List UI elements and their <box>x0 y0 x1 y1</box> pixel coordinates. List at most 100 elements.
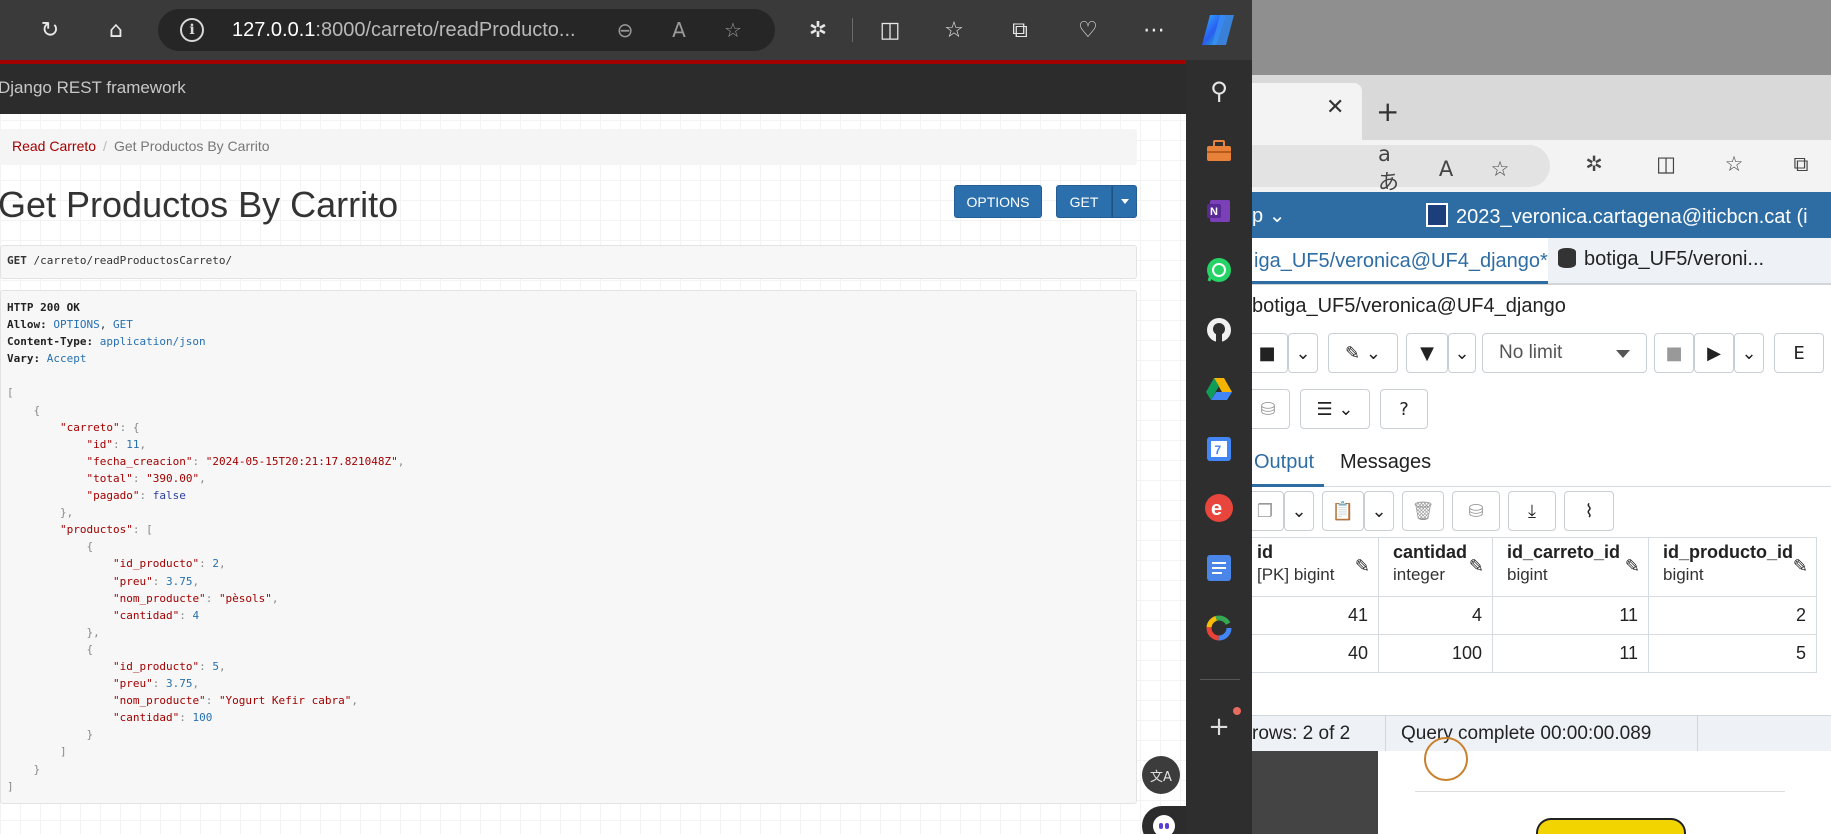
edit-icon[interactable]: ✎ <box>1625 556 1640 577</box>
column-header[interactable]: id [PK] bigint ✎ <box>1252 537 1379 597</box>
chevron-down-icon[interactable]: ⌄ <box>1288 333 1318 373</box>
translate-icon[interactable]: 文A <box>1142 756 1180 794</box>
google-docs-icon[interactable] <box>1203 552 1235 584</box>
search-icon[interactable]: ⚲ <box>1203 75 1235 107</box>
stop-icon[interactable]: ■ <box>1654 333 1694 373</box>
query-tab[interactable]: botiga_UF5/veroni... <box>1558 248 1764 271</box>
sidebar-add-button[interactable]: + <box>1203 711 1235 743</box>
caret-down-icon <box>1616 350 1630 358</box>
close-icon[interactable]: ✕ <box>1326 95 1344 120</box>
save-data-icon[interactable]: ⛁ <box>1452 491 1500 531</box>
drf-brand[interactable]: Django REST framework <box>0 78 186 98</box>
onenote-icon[interactable]: N <box>1203 195 1235 227</box>
favorites-icon[interactable]: ☆ <box>1720 150 1748 178</box>
paste-icon[interactable]: 📋 <box>1322 491 1364 531</box>
github-icon[interactable] <box>1203 314 1235 346</box>
table-cell[interactable]: 11 <box>1492 596 1649 635</box>
new-tab-button[interactable]: + <box>1376 95 1399 128</box>
commit-icon[interactable]: ⛁ <box>1252 389 1290 429</box>
collections-icon[interactable]: ⧉ <box>1787 150 1815 178</box>
edit-icon[interactable]: ✎ ⌄ <box>1328 333 1398 373</box>
translate-icon[interactable]: aあ <box>1378 142 1406 194</box>
table-cell[interactable]: 40 <box>1252 634 1379 673</box>
column-header[interactable]: id_carreto_id bigint ✎ <box>1492 537 1649 597</box>
read-aloud-icon[interactable]: A <box>666 17 692 43</box>
filter-icon[interactable]: ▼ <box>1406 333 1448 373</box>
extensions-icon[interactable]: ✲ <box>800 12 836 48</box>
row-limit-select[interactable]: No limit <box>1482 333 1647 373</box>
browser-tab[interactable]: ✕ <box>1252 83 1362 140</box>
save-icon[interactable]: ■ <box>1252 333 1288 373</box>
query-tab-active[interactable]: iga_UF5/veronica@UF4_django*✕ <box>1252 238 1575 284</box>
table-cell[interactable]: 2 <box>1648 596 1817 635</box>
query-tool-tabs: iga_UF5/veronica@UF4_django*✕ botiga_UF5… <box>1252 238 1831 284</box>
chevron-down-icon[interactable]: ⌄ <box>1448 333 1476 373</box>
address-bar[interactable]: i 127.0.0.1:8000/carreto/readProducto...… <box>158 9 775 51</box>
calendar-icon[interactable]: 7 <box>1203 433 1235 465</box>
macros-icon[interactable]: ☰ ⌄ <box>1300 389 1370 429</box>
chevron-down-icon[interactable]: ⌄ <box>1364 491 1394 531</box>
table-row[interactable]: 41 4 11 2 <box>1252 596 1817 635</box>
table-cell[interactable]: 4 <box>1378 596 1493 635</box>
address-url[interactable]: 127.0.0.1:8000/carreto/readProducto... <box>232 19 576 42</box>
window-titlebar <box>1252 0 1831 75</box>
chevron-down-icon[interactable]: ⌄ <box>1734 333 1764 373</box>
options-button[interactable]: OPTIONS <box>954 185 1042 218</box>
execute-icon[interactable]: ▶ <box>1694 333 1734 373</box>
get-button[interactable]: GET <box>1056 185 1112 218</box>
response-status: HTTP 200 OK <box>7 301 80 314</box>
breadcrumb: Read Carreto / Get Productos By Carrito <box>0 129 1137 165</box>
edit-icon[interactable]: ✎ <box>1793 556 1808 577</box>
toolbox-icon[interactable] <box>1203 135 1235 167</box>
tab-output[interactable]: Output <box>1252 441 1324 487</box>
table-cell[interactable]: 11 <box>1492 634 1649 673</box>
split-screen-icon[interactable]: ◫ <box>1652 150 1680 178</box>
column-header[interactable]: id_producto_id bigint ✎ <box>1648 537 1817 597</box>
connection-label[interactable]: botiga_UF5/veronica@UF4_django <box>1252 285 1831 329</box>
copilot-icon[interactable] <box>1200 13 1236 47</box>
edit-icon[interactable]: ✎ <box>1469 556 1484 577</box>
json-fecha-creacion: "2024-05-15T20:21:17.821048Z" <box>205 454 398 468</box>
get-format-dropdown[interactable] <box>1112 185 1137 218</box>
e-icon[interactable]: e <box>1203 492 1235 524</box>
table-cell[interactable]: 5 <box>1648 634 1817 673</box>
google-icon[interactable] <box>1203 612 1235 644</box>
download-icon[interactable]: ⤓ <box>1508 491 1556 531</box>
collections-icon[interactable]: ⧉ <box>1002 12 1038 48</box>
zoom-out-icon[interactable]: ⊖ <box>612 17 638 43</box>
tab-messages[interactable]: Messages <box>1340 451 1431 474</box>
extensions-icon[interactable]: ✲ <box>1580 150 1608 178</box>
breadcrumb-current: Get Productos By Carrito <box>113 138 270 154</box>
pgadmin-user[interactable]: 2023_veronica.cartagena@iticbcn.cat (i <box>1426 203 1808 229</box>
favorite-star-icon[interactable]: ☆ <box>1486 155 1514 183</box>
chevron-down-icon[interactable]: ⌄ <box>1284 491 1314 531</box>
delete-icon[interactable]: 🗑 <box>1402 491 1444 531</box>
table-cell[interactable]: 41 <box>1252 596 1379 635</box>
column-header[interactable]: cantidad integer ✎ <box>1378 537 1493 597</box>
more-icon[interactable]: ⋯ <box>1136 12 1172 48</box>
table-row[interactable]: 40 100 11 5 <box>1252 634 1817 673</box>
google-drive-icon[interactable] <box>1203 373 1235 405</box>
table-cell[interactable]: 100 <box>1378 634 1493 673</box>
favorite-star-icon[interactable]: ☆ <box>720 17 746 43</box>
graph-icon[interactable]: ⌇ <box>1564 491 1614 531</box>
favorites-icon[interactable]: ☆ <box>936 12 972 48</box>
browser-essentials-icon[interactable]: ♡ <box>1070 12 1106 48</box>
pgadmin-menu[interactable]: p ⌄ <box>1252 203 1285 228</box>
home-icon[interactable]: ⌂ <box>98 12 134 48</box>
assistant-button[interactable] <box>1142 806 1186 834</box>
vary-label: Vary: <box>7 352 41 366</box>
copy-icon[interactable]: ❐ <box>1252 491 1284 531</box>
read-aloud-icon[interactable]: A <box>1432 155 1460 183</box>
info-icon[interactable]: i <box>180 18 204 42</box>
refresh-icon[interactable]: ↻ <box>32 12 68 48</box>
address-bar[interactable]: aあ A ☆ <box>1252 142 1550 194</box>
explain-icon[interactable]: E <box>1774 333 1824 373</box>
edit-icon[interactable]: ✎ <box>1355 556 1370 577</box>
split-screen-icon[interactable]: ◫ <box>872 12 908 48</box>
help-icon[interactable]: ? <box>1380 389 1428 429</box>
json-carreto-id: 11 <box>126 437 140 451</box>
breadcrumb-parent-link[interactable]: Read Carreto <box>12 138 96 154</box>
page-title: Get Productos By Carrito <box>0 184 399 225</box>
whatsapp-icon[interactable] <box>1203 254 1235 286</box>
